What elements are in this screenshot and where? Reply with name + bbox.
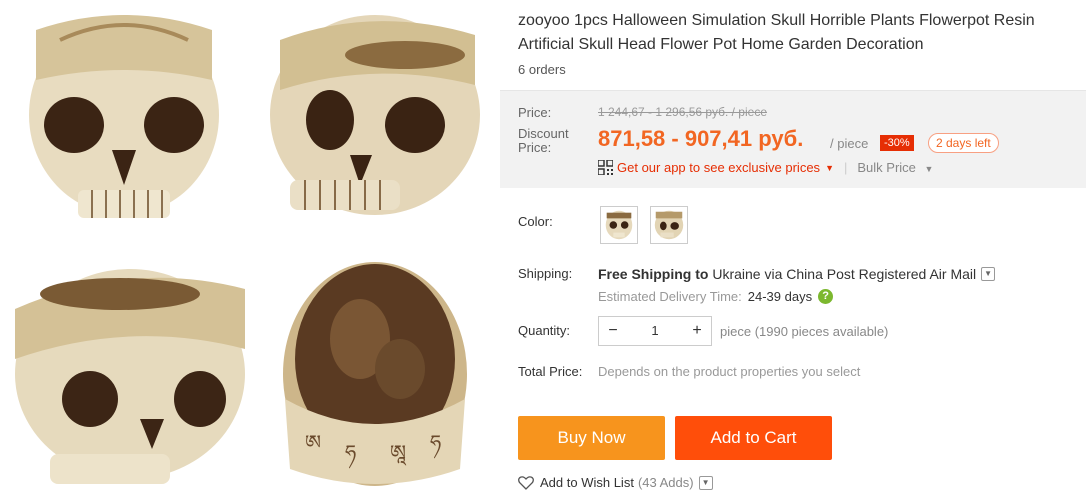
color-option-skull-side[interactable]: [650, 206, 688, 244]
discount-price-label: Discount Price:: [518, 126, 569, 155]
product-gallery: ཨ ཧ ཨཱ ཧ: [0, 0, 500, 496]
shipping-label: Shipping:: [518, 266, 573, 281]
shipping-country: Ukraine: [712, 266, 761, 282]
svg-text:ཨ: ཨ: [305, 430, 321, 454]
chevron-down-icon: ▼: [924, 164, 934, 174]
bulk-price-dropdown[interactable]: Bulk Price ▼: [857, 160, 933, 175]
days-left-badge: 2 days left: [928, 133, 999, 153]
quantity-availability: piece (1990 pieces available): [720, 324, 889, 339]
heart-icon: [518, 475, 534, 490]
shipping-method: via China Post Registered Air Mail: [764, 266, 977, 282]
original-price: 1 244,67 - 1 296,56 руб. / piece: [598, 105, 767, 119]
svg-text:ཨཱ: ཨཱ: [390, 440, 407, 466]
product-image-top[interactable]: ཨ ཧ ཨཱ ཧ: [250, 249, 500, 496]
shipping-info: Free Shipping to Ukraine via China Post …: [598, 266, 996, 282]
quantity-label: Quantity:: [518, 323, 571, 338]
discount-badge: -30%: [880, 135, 914, 151]
product-image-side[interactable]: [250, 0, 500, 247]
product-title: zooyoo 1pcs Halloween Simulation Skull H…: [518, 12, 1035, 53]
product-info-panel: zooyoo 1pcs Halloween Simulation Skull H…: [500, 0, 1086, 496]
divider: |: [843, 160, 848, 175]
total-price-value: Depends on the product properties you se…: [598, 364, 861, 379]
skull-top-image: ཨ ཧ ཨཱ ཧ: [250, 249, 500, 496]
help-icon[interactable]: ?: [818, 289, 834, 304]
skull-angle-image: [0, 249, 248, 496]
color-label: Color:: [518, 214, 553, 229]
delivery-time-row: Estimated Delivery Time: 24-39 days ?: [598, 289, 834, 304]
chevron-down-icon[interactable]: ▼: [825, 163, 834, 173]
price-box: Price: 1 244,67 - 1 296,56 руб. / piece …: [500, 90, 1086, 188]
quantity-plus-button[interactable]: +: [683, 317, 711, 345]
shipping-dropdown-icon[interactable]: ▼: [981, 267, 996, 281]
qr-code-icon: [597, 159, 614, 176]
wishlist-dropdown-icon[interactable]: ▼: [698, 475, 713, 490]
product-image-front[interactable]: [0, 0, 248, 247]
wishlist-count: (43 Adds): [637, 475, 694, 490]
order-count[interactable]: 6 orders: [518, 62, 566, 77]
quantity-stepper: − 1 +: [598, 316, 712, 346]
wishlist-label: Add to Wish List: [540, 475, 634, 490]
skull-front-thumbnail: [605, 210, 633, 240]
wishlist-row[interactable]: Add to Wish List (43 Adds) ▼: [518, 475, 713, 490]
discount-price: 871,58 - 907,41 руб.: [598, 126, 804, 151]
app-promo-link[interactable]: Get our app to see exclusive prices: [617, 160, 820, 175]
product-image-angle[interactable]: [0, 249, 248, 496]
bulk-price-label: Bulk Price: [857, 160, 916, 175]
shipping-to-text: to: [695, 266, 709, 282]
skull-side-image: [250, 0, 500, 247]
free-shipping-text: Free Shipping: [598, 266, 692, 282]
total-price-label: Total Price:: [518, 364, 583, 379]
add-to-cart-button[interactable]: Add to Cart: [675, 416, 832, 460]
quantity-input[interactable]: 1: [627, 317, 683, 345]
color-option-skull-front[interactable]: [600, 206, 638, 244]
buy-now-button[interactable]: Buy Now: [518, 416, 665, 460]
delivery-time-value: 24-39 days: [747, 289, 813, 304]
skull-front-image: [0, 0, 248, 247]
per-piece-unit: / piece: [830, 136, 869, 151]
delivery-time-label: Estimated Delivery Time:: [598, 289, 742, 304]
app-promo-row: Get our app to see exclusive prices ▼ | …: [597, 159, 933, 176]
skull-side-thumbnail: [654, 210, 684, 240]
quantity-minus-button[interactable]: −: [599, 317, 627, 345]
price-label: Price:: [518, 105, 552, 120]
